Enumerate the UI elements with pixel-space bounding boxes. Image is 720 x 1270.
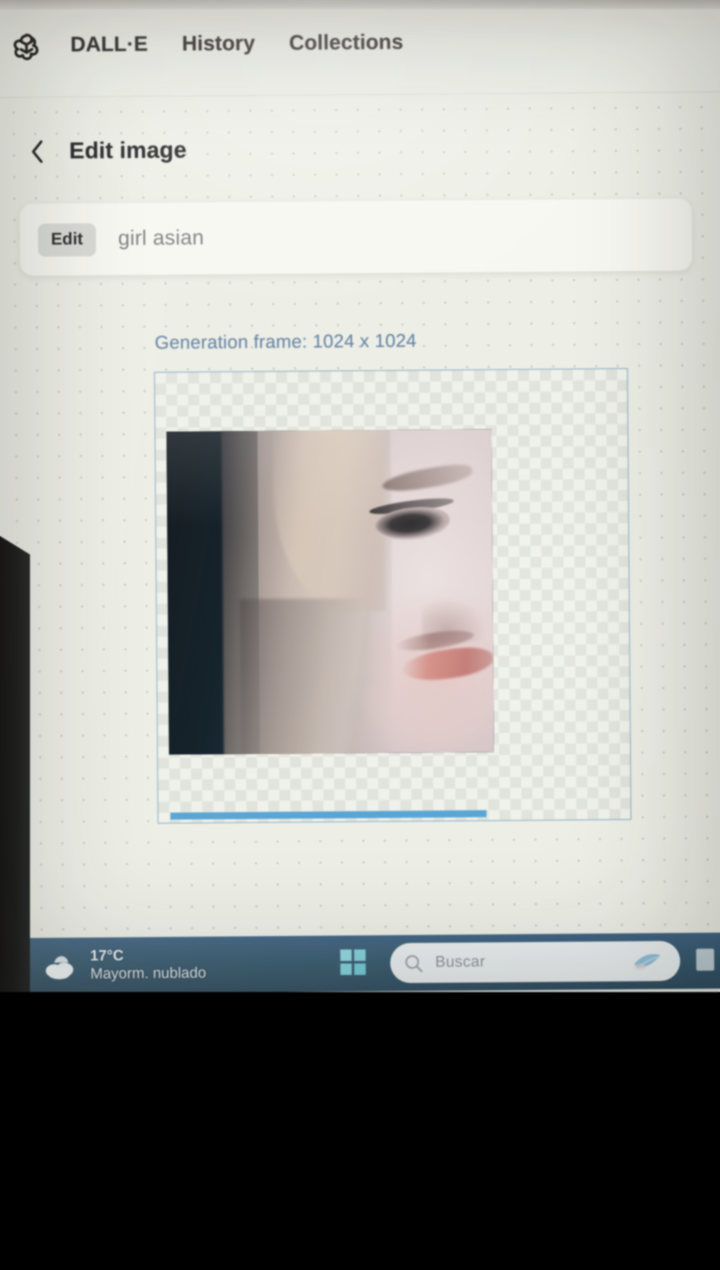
image-chin <box>363 687 494 755</box>
page-header: Edit image <box>27 137 187 165</box>
taskbar-search-box[interactable]: Buscar <box>390 940 681 984</box>
photographed-screen: DALL·E History Collections Edit image Ed… <box>0 0 720 1270</box>
taskbar-weather-widget[interactable]: 17°C Mayorm. nublado <box>40 946 206 984</box>
chevron-left-icon[interactable] <box>27 138 47 164</box>
prompt-bar[interactable]: Edit girl asian <box>19 198 693 276</box>
weather-temperature: 17°C <box>90 946 124 965</box>
page-title: Edit image <box>69 136 187 164</box>
photo-dark-surround <box>0 992 720 1270</box>
tray-icon[interactable] <box>696 948 715 971</box>
dalle-web-app: DALL·E History Collections Edit image Ed… <box>0 0 720 944</box>
top-navigation-bar: DALL·E History Collections <box>0 0 720 98</box>
cloud-icon <box>40 951 82 981</box>
windows-taskbar: 17°C Mayorm. nublado Buscar <box>28 932 720 994</box>
generation-frame-label: Generation frame: 1024 x 1024 <box>154 329 417 353</box>
photo-top-strip <box>0 0 720 9</box>
generation-frame[interactable] <box>153 368 632 824</box>
monitor-bezel-left <box>0 536 30 996</box>
nav-item-dalle[interactable]: DALL·E <box>70 32 148 57</box>
windows-start-icon[interactable] <box>340 949 366 976</box>
generated-image[interactable] <box>166 429 494 755</box>
weather-condition: Mayorm. nublado <box>90 964 207 983</box>
image-hair-lower <box>239 598 371 755</box>
openai-logo-icon <box>10 29 42 61</box>
prompt-input-text[interactable]: girl asian <box>118 226 204 251</box>
generation-progress-fill <box>170 810 487 820</box>
nav-item-history[interactable]: History <box>182 31 255 56</box>
nav-item-collections[interactable]: Collections <box>289 30 403 55</box>
generation-progress-track <box>170 809 622 820</box>
copilot-bird-icon[interactable] <box>630 948 666 974</box>
monitor-viewport: DALL·E History Collections Edit image Ed… <box>0 0 720 996</box>
search-input-placeholder[interactable]: Buscar <box>435 953 485 971</box>
edit-mode-chip[interactable]: Edit <box>37 222 97 257</box>
editor-canvas: Edit image Edit girl asian Generation fr… <box>0 92 720 944</box>
weather-text: 17°C Mayorm. nublado <box>90 946 206 984</box>
search-icon <box>404 953 423 972</box>
